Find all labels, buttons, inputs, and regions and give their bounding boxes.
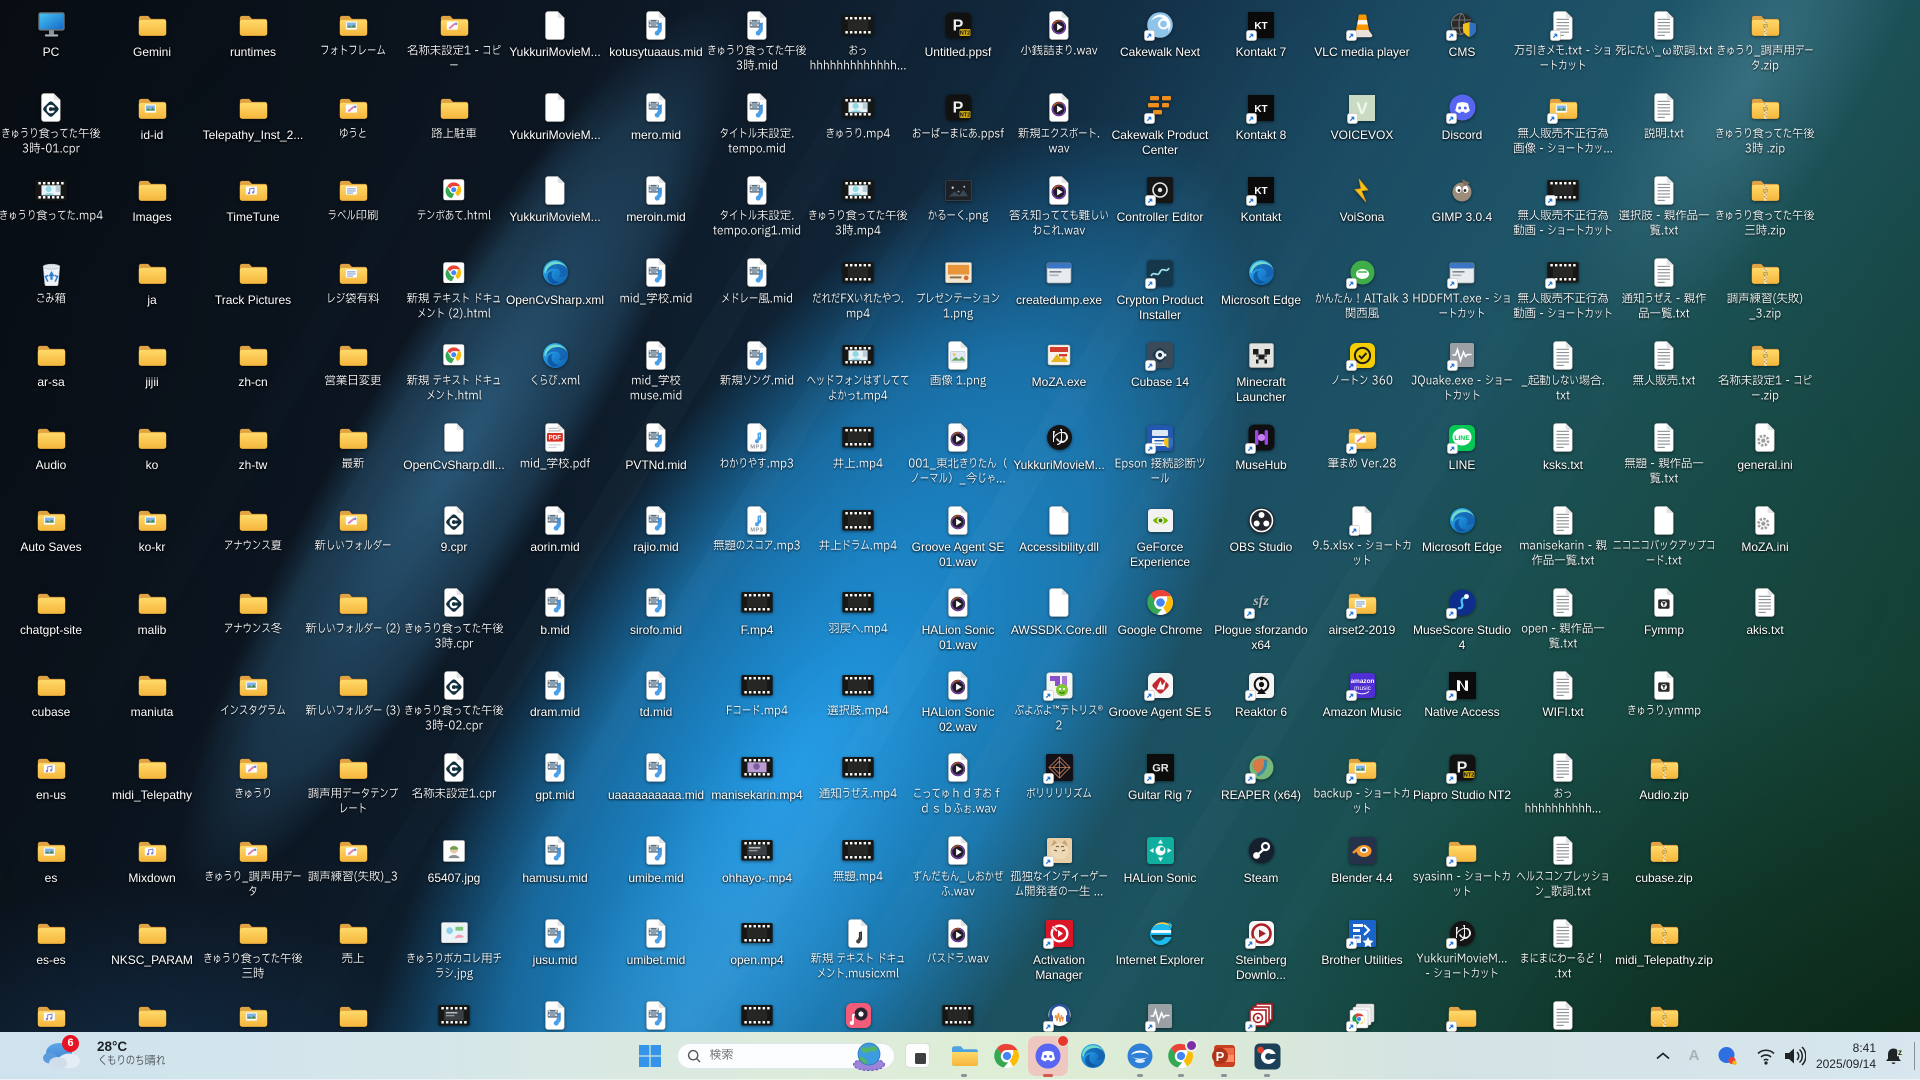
svg-text:P: P (1216, 1049, 1225, 1064)
svg-text:z: z (1898, 1048, 1902, 1057)
